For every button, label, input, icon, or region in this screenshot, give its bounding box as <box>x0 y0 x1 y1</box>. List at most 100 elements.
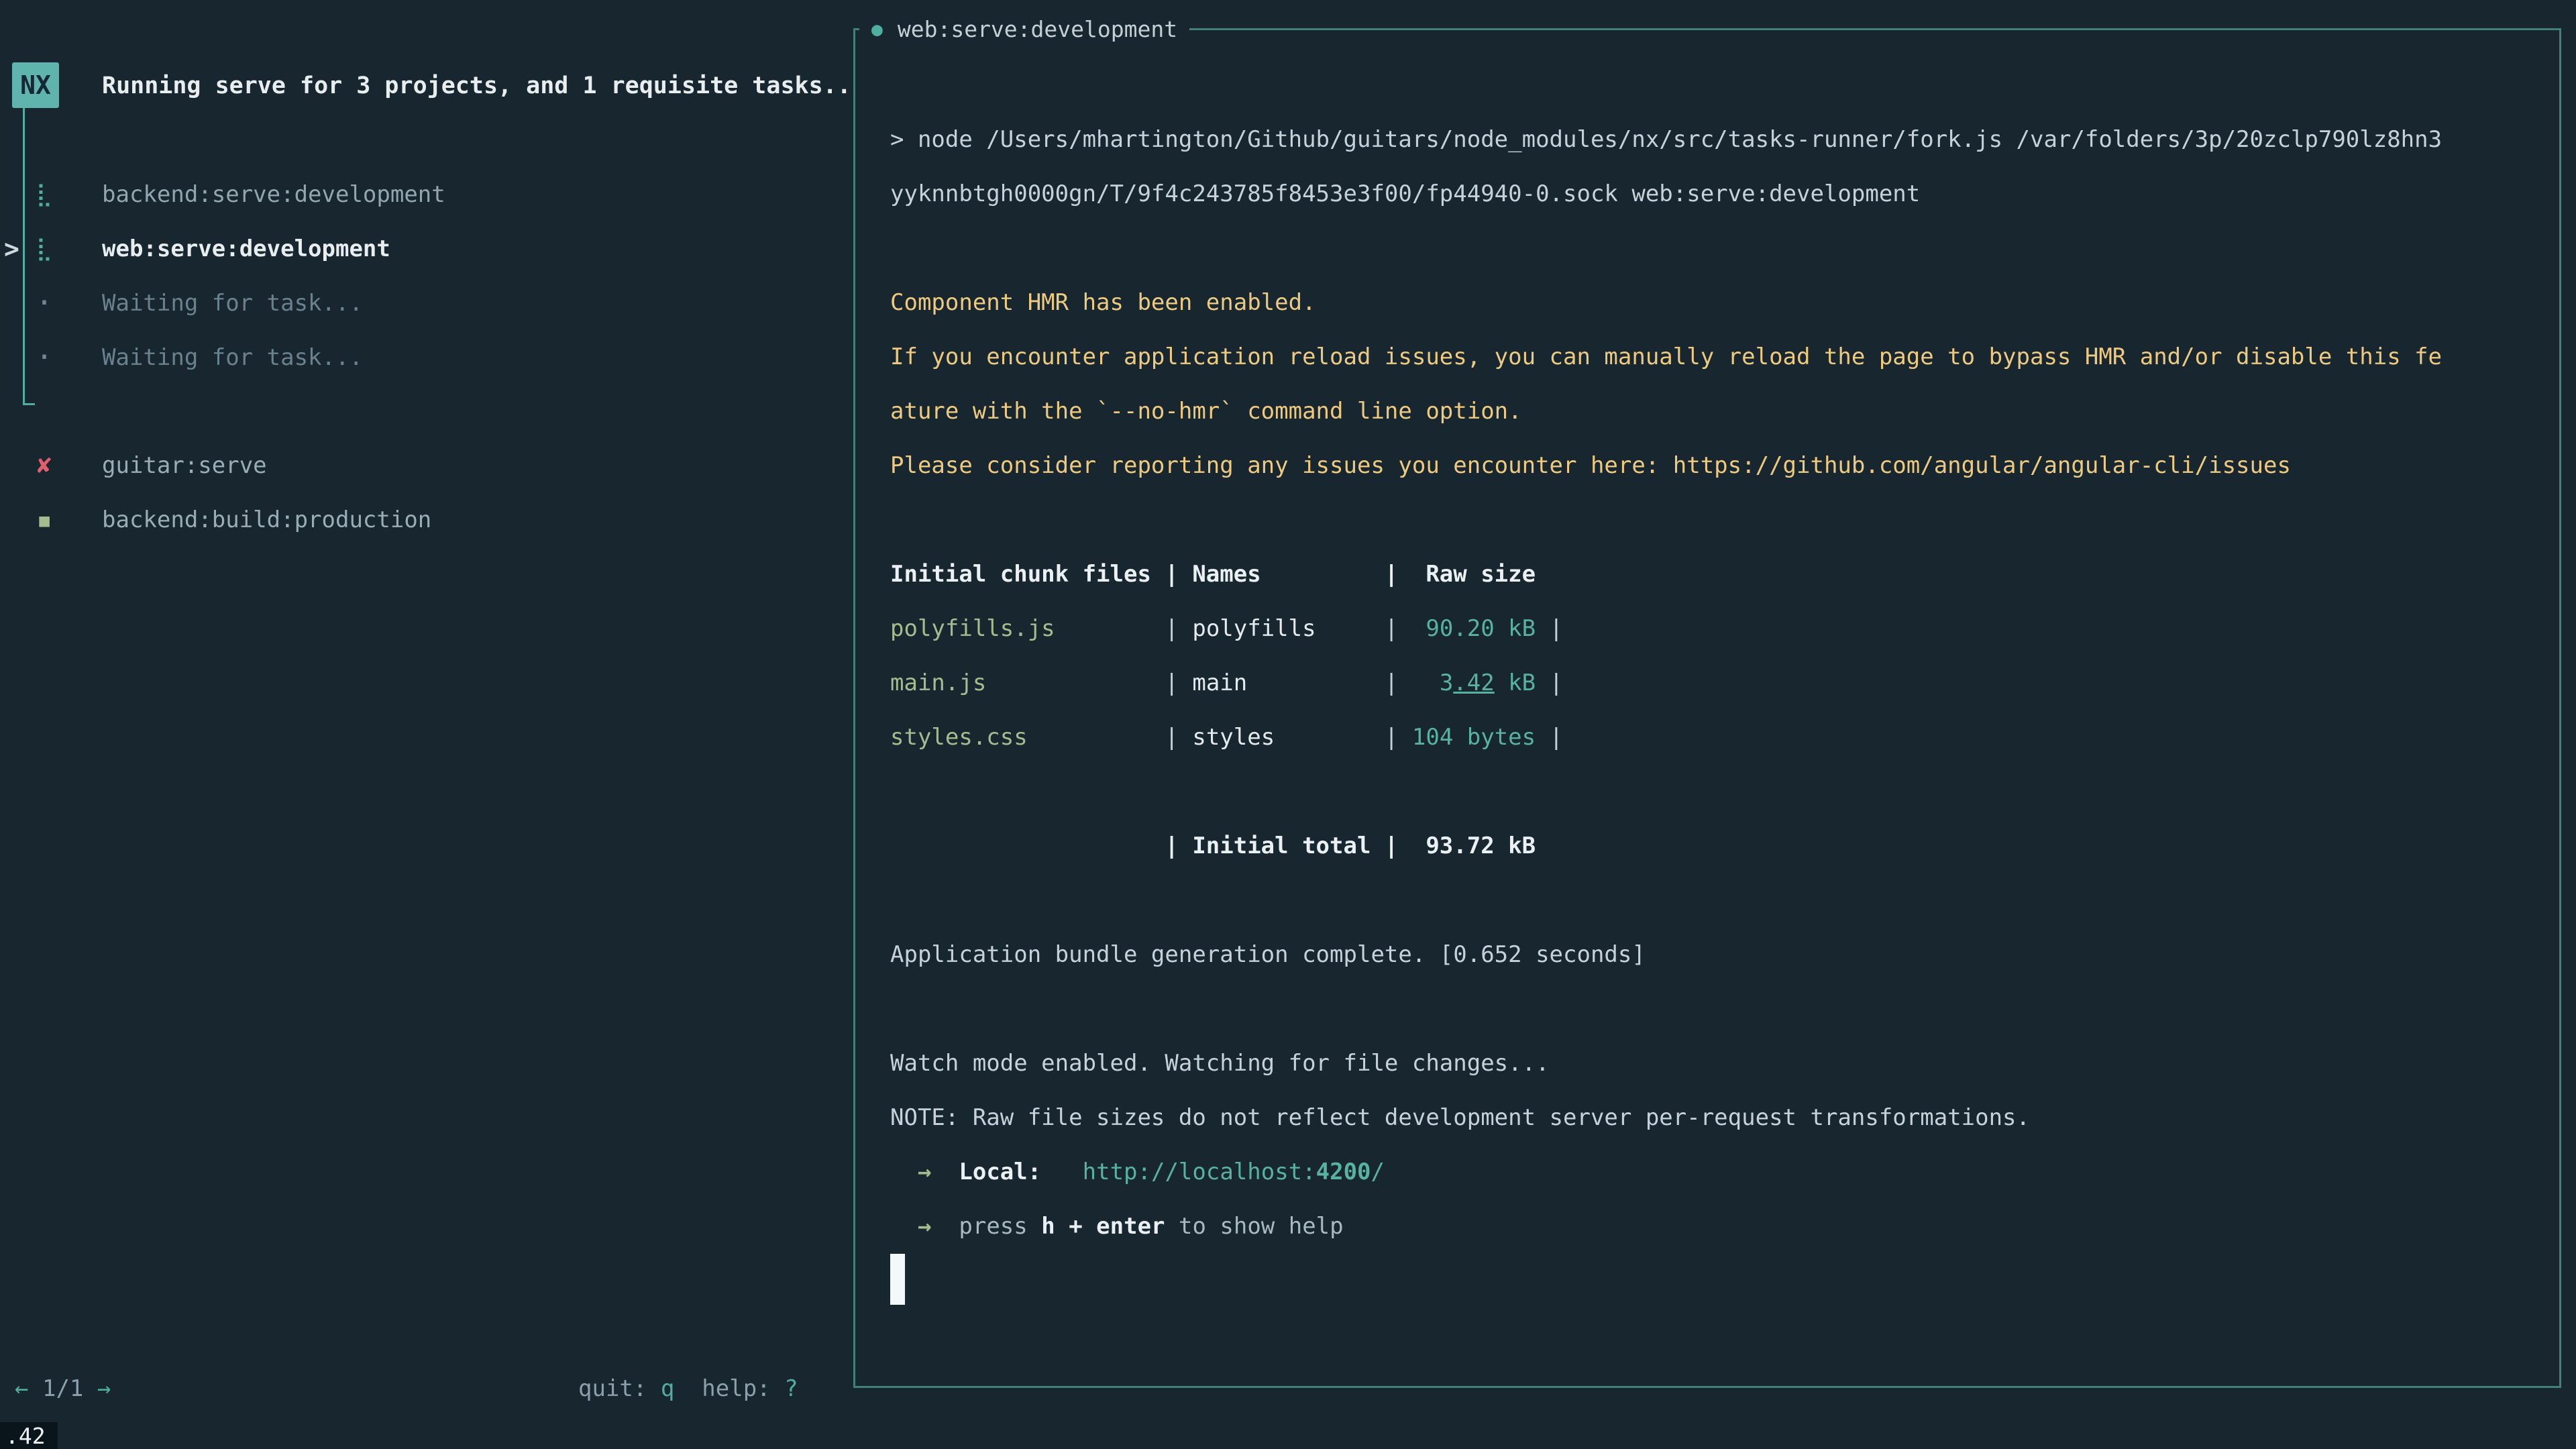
task-row[interactable]: · Waiting for task... <box>0 276 845 330</box>
terminal-line: Component HMR has been enabled. <box>890 276 2520 330</box>
next-page-arrow-icon[interactable]: → <box>97 1375 111 1402</box>
terminal-text: main.js <box>890 669 986 696</box>
spinner-icon: ⣇ <box>27 221 62 276</box>
terminal-text: Watch mode enabled. Watching for file ch… <box>890 1050 1550 1077</box>
terminal-line: polyfills.js | polyfills | 90.20 kB | <box>890 602 2520 656</box>
terminal-pane-title: ● web:serve:development <box>859 12 1189 46</box>
local-url[interactable]: http://localhost: <box>1083 1159 1316 1185</box>
terminal-text: Please consider reporting any issues you… <box>890 452 2291 479</box>
terminal-line: | Initial total | 93.72 kB <box>890 819 2520 873</box>
terminal-text: Local: <box>959 1159 1041 1185</box>
task-row[interactable]: ⣇ backend:serve:development <box>0 167 845 221</box>
terminal-line <box>890 982 2520 1036</box>
terminal-text: | Initial total | 93.72 kB <box>890 833 1536 859</box>
terminal-text: 104 bytes <box>1398 724 1536 751</box>
terminal-text <box>1083 1213 1096 1240</box>
terminal-line: NOTE: Raw file sizes do not reflect deve… <box>890 1091 2520 1145</box>
success-icon: ▪ <box>27 492 62 547</box>
page-current: 1/1 <box>42 1375 83 1402</box>
terminal-cursor <box>890 1254 905 1305</box>
terminal-line: Watch mode enabled. Watching for file ch… <box>890 1036 2520 1091</box>
terminal-line <box>890 493 2520 547</box>
task-row[interactable]: ✘ guitar:serve <box>0 438 845 492</box>
terminal-text: polyfills.js <box>890 615 1055 642</box>
terminal-text <box>1041 1159 1082 1185</box>
keyboard-hints: quit: q help: ? <box>578 1361 798 1415</box>
terminal-text: If you encounter application reload issu… <box>890 343 2442 370</box>
task-label: guitar:serve <box>102 438 267 492</box>
terminal-text: to show help <box>1165 1213 1344 1240</box>
run-summary-title: Running serve for 3 projects, and 1 requ… <box>102 58 851 113</box>
terminal-line <box>890 765 2520 819</box>
terminal-text: enter <box>1096 1213 1165 1240</box>
status-dot-icon: ● <box>871 18 883 40</box>
terminal-line <box>890 1254 2520 1308</box>
terminal-text: 90.20 kB <box>1398 615 1536 642</box>
task-row[interactable]: ⣇ web:serve:development <box>0 221 845 276</box>
terminal-text: press <box>959 1213 1041 1240</box>
terminal-line: Application bundle generation complete. … <box>890 928 2520 982</box>
terminal-line: ature with the `--no-hmr` command line o… <box>890 384 2520 439</box>
terminal-text: | <box>1536 669 1563 696</box>
task-label: backend:build:production <box>102 492 431 547</box>
terminal-text: main <box>1192 669 1247 696</box>
terminal-text <box>931 1213 959 1240</box>
task-row[interactable]: ▪ backend:build:production <box>0 492 845 547</box>
terminal-text: | <box>1275 724 1398 751</box>
terminal-text: | <box>1247 669 1398 696</box>
terminal-text: h <box>1041 1213 1055 1240</box>
dot-icon: · <box>27 276 62 330</box>
terminal-line: If you encounter application reload issu… <box>890 330 2520 384</box>
quit-key: q <box>661 1375 674 1402</box>
help-hint-label: help: <box>702 1375 770 1402</box>
terminal-line <box>890 221 2520 276</box>
terminal-text <box>890 1213 918 1240</box>
task-label: Waiting for task... <box>102 330 363 384</box>
arrow-icon: → <box>918 1213 931 1240</box>
prev-page-arrow-icon[interactable]: ← <box>15 1375 28 1402</box>
terminal-text: styles <box>1192 724 1275 751</box>
task-label: backend:serve:development <box>102 167 445 221</box>
nx-terminal-ui: { "sidebar": { "logo": "NX", "title": "R… <box>0 0 2576 1449</box>
terminal-line: main.js | main | 3.42 kB | <box>890 656 2520 710</box>
terminal-line <box>890 873 2520 928</box>
dot-icon: · <box>27 330 62 384</box>
terminal-line: > node /Users/mhartington/Github/guitars… <box>890 113 2520 167</box>
terminal-line: Please consider reporting any issues you… <box>890 439 2520 493</box>
terminal-text: | <box>1536 615 1563 642</box>
quit-hint-label: quit: <box>578 1375 647 1402</box>
task-row[interactable]: · Waiting for task... <box>0 330 845 384</box>
stray-overlay-fragment: .42 <box>0 1422 58 1449</box>
nx-logo: NX <box>12 62 59 108</box>
terminal-output: > node /Users/mhartington/Github/guitars… <box>890 113 2520 1308</box>
terminal-pane: ● web:serve:development > node /Users/mh… <box>853 28 2561 1388</box>
task-label: Waiting for task... <box>102 276 363 330</box>
page-indicator: ← 1/1 → <box>15 1361 111 1415</box>
terminal-text: .42 <box>1453 669 1494 696</box>
arrow-icon: → <box>918 1159 931 1185</box>
terminal-text: styles.css <box>890 724 1028 751</box>
terminal-text: > node /Users/mhartington/Github/guitars… <box>890 126 2442 153</box>
terminal-text: Initial chunk files | Names | Raw size <box>890 561 1536 588</box>
task-label: web:serve:development <box>102 221 390 276</box>
terminal-text <box>1055 1213 1069 1240</box>
error-icon: ✘ <box>27 438 62 492</box>
terminal-text: | <box>1055 615 1193 642</box>
task-group-bracket-corner <box>25 403 35 405</box>
terminal-text: Component HMR has been enabled. <box>890 289 1316 316</box>
local-url-port[interactable]: 4200 <box>1316 1159 1371 1185</box>
terminal-text: polyfills <box>1192 615 1316 642</box>
terminal-line: styles.css | styles | 104 bytes | <box>890 710 2520 765</box>
terminal-text: NOTE: Raw file sizes do not reflect deve… <box>890 1104 2030 1131</box>
local-url-slash[interactable]: / <box>1371 1159 1385 1185</box>
spinner-icon: ⣇ <box>27 167 62 221</box>
terminal-text: + <box>1069 1213 1082 1240</box>
page-count <box>28 1375 42 1402</box>
terminal-text: | <box>1316 615 1399 642</box>
terminal-pane-title-text: web:serve:development <box>898 16 1177 42</box>
help-key: ? <box>784 1375 798 1402</box>
terminal-line: → Local: http://localhost:4200/ <box>890 1145 2520 1199</box>
terminal-text: ature with the `--no-hmr` command line o… <box>890 398 1522 425</box>
terminal-text: yyknnbtgh0000gn/T/9f4c243785f8453e3f00/f… <box>890 180 1920 207</box>
terminal-text: | <box>1028 724 1193 751</box>
